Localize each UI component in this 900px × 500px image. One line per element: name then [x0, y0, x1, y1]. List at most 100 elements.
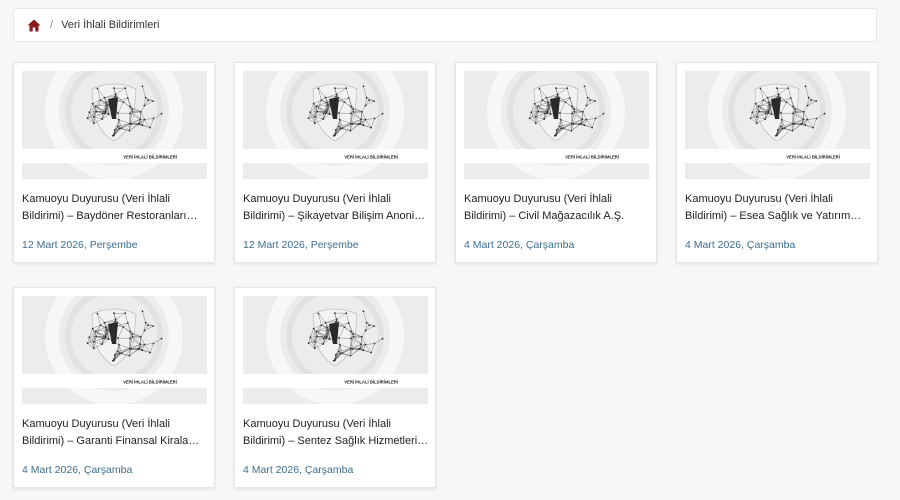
- card-title[interactable]: Kamuoyu Duyurusu (Veri İhlali Bildirimi)…: [685, 191, 871, 225]
- network-node: [103, 96, 106, 99]
- network-node: [360, 343, 363, 346]
- network-node: [325, 110, 328, 113]
- thumb-caption-band: [464, 149, 649, 163]
- thumb-caption: VERİ İHLALİ BİLDİRİMLERİ: [344, 155, 398, 160]
- network-node: [334, 354, 337, 356]
- network-node: [755, 115, 758, 118]
- network-node: [124, 312, 127, 315]
- network-node: [350, 337, 352, 340]
- network-node: [791, 122, 794, 125]
- network-node: [99, 99, 102, 102]
- network-node: [129, 105, 131, 108]
- network-node: [823, 112, 826, 115]
- news-card[interactable]: VERİ İHLALİ BİLDİRİMLERİ Kamuoyu Duyurus…: [13, 287, 215, 488]
- network-node: [139, 335, 142, 338]
- card-title[interactable]: Kamuoyu Duyurusu (Veri İhlali Bildirimi)…: [243, 416, 429, 450]
- network-node: [537, 110, 540, 113]
- network-node: [568, 97, 571, 99]
- network-node: [324, 96, 327, 99]
- card-title[interactable]: Kamuoyu Duyurusu (Veri İhlali Bildirimi)…: [243, 191, 429, 225]
- network-node: [113, 354, 116, 356]
- network-node: [307, 342, 310, 345]
- network-node: [152, 100, 155, 103]
- breadcrumb-current: Veri İhlali Bildirimleri: [61, 19, 160, 31]
- network-node: [602, 112, 605, 115]
- card-thumbnail: VERİ İHLALİ BİLDİRİMLERİ: [243, 296, 428, 404]
- network-node: [572, 123, 575, 125]
- network-node: [364, 104, 367, 107]
- network-node: [130, 348, 133, 350]
- news-card[interactable]: VERİ İHLALİ BİLDİRİMLERİ Kamuoyu Duyurus…: [234, 62, 436, 263]
- network-node: [370, 126, 373, 129]
- network-node: [317, 312, 320, 315]
- network-node: [320, 99, 323, 102]
- network-node: [347, 97, 350, 99]
- news-card[interactable]: VERİ İHLALİ BİLDİRİMLERİ Kamuoyu Duyurus…: [676, 62, 878, 263]
- network-node: [571, 112, 573, 115]
- network-node: [343, 101, 346, 104]
- network-node: [564, 101, 567, 104]
- news-card[interactable]: VERİ İHLALİ BİLDİRİMLERİ Kamuoyu Duyurus…: [234, 287, 436, 488]
- network-node: [91, 327, 94, 330]
- network-node: [349, 347, 352, 350]
- network-node: [381, 337, 384, 340]
- network-node: [325, 335, 328, 338]
- card-title[interactable]: Kamuoyu Duyurusu (Veri İhlali Bildirimi)…: [464, 191, 650, 225]
- network-node: [352, 108, 355, 111]
- network-node: [317, 87, 320, 90]
- network-node: [130, 123, 133, 125]
- network-node: [92, 122, 95, 125]
- network-node: [141, 124, 144, 127]
- network-node: [149, 126, 152, 129]
- network-node: [373, 342, 376, 345]
- network-node: [327, 104, 330, 107]
- network-node: [536, 105, 539, 108]
- network-node: [556, 95, 559, 98]
- network-node: [573, 108, 576, 111]
- network-node: [117, 337, 119, 339]
- network-node: [104, 335, 107, 338]
- card-title[interactable]: Kamuoyu Duyurusu (Veri İhlali Bildirimi)…: [22, 191, 208, 225]
- network-node: [326, 101, 328, 104]
- home-icon[interactable]: [27, 19, 41, 32]
- network-node: [128, 129, 131, 132]
- network-node: [94, 105, 97, 108]
- network-node: [101, 118, 104, 120]
- network-node: [138, 122, 141, 125]
- network-node: [335, 93, 338, 96]
- network-node: [86, 342, 89, 345]
- network-node: [312, 327, 315, 330]
- network-node: [114, 93, 117, 96]
- thumb-caption-band: [22, 374, 207, 388]
- network-node: [114, 320, 117, 323]
- card-thumbnail: VERİ İHLALİ BİLDİRİMLERİ: [464, 71, 649, 179]
- network-node: [141, 310, 144, 313]
- network-node: [368, 99, 370, 102]
- network-node: [580, 122, 583, 125]
- network-node: [352, 335, 355, 338]
- network-node: [755, 122, 758, 125]
- network-node: [350, 105, 352, 108]
- news-card[interactable]: VERİ İHLALİ BİLDİRİMLERİ Kamuoyu Duyurus…: [13, 62, 215, 263]
- network-node: [324, 321, 327, 324]
- network-node: [815, 100, 818, 103]
- network-node: [350, 330, 352, 333]
- network-node: [570, 129, 573, 132]
- thumb-caption: VERİ İHLALİ BİLDİRİMLERİ: [123, 380, 177, 385]
- network-node: [758, 110, 761, 113]
- network-node: [129, 337, 131, 340]
- thumb-caption: VERİ İHLALİ BİLDİRİMLERİ: [344, 380, 398, 385]
- network-node: [147, 324, 149, 327]
- card-date: 4 Mart 2026, Çarşamba: [22, 464, 133, 476]
- network-node: [352, 110, 355, 113]
- network-node: [578, 123, 581, 126]
- network-node: [343, 326, 346, 329]
- breadcrumb-separator: /: [50, 19, 54, 31]
- network-node: [351, 348, 354, 350]
- network-node: [341, 352, 344, 355]
- network-node: [555, 87, 557, 90]
- news-card[interactable]: VERİ İHLALİ BİLDİRİMLERİ Kamuoyu Duyurus…: [455, 62, 657, 263]
- network-node: [339, 118, 341, 121]
- card-title[interactable]: Kamuoyu Duyurusu (Veri İhlali Bildirimi)…: [22, 416, 208, 450]
- network-node: [114, 318, 117, 321]
